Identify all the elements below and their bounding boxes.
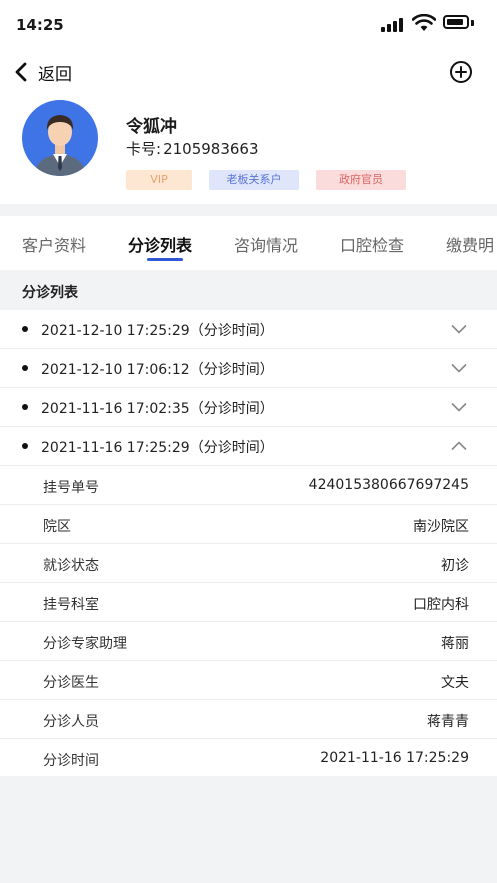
chevron-down-icon bbox=[451, 363, 467, 373]
detail-row: 分诊时间 2021-11-16 17:25:29 bbox=[0, 739, 497, 778]
triage-time: 2021-12-10 17:25:29（分诊时间） bbox=[41, 323, 274, 339]
bullet-dot bbox=[22, 326, 28, 332]
add-circle-icon[interactable] bbox=[449, 60, 473, 84]
customer-name: 令狐冲 bbox=[126, 117, 177, 137]
detail-label: 分诊时间 bbox=[43, 753, 99, 769]
tab-triage-list[interactable]: 分诊列表 bbox=[128, 232, 192, 256]
empty-background bbox=[0, 776, 497, 883]
detail-label: 分诊医生 bbox=[43, 675, 99, 691]
triage-time: 2021-11-16 17:25:29（分诊时间） bbox=[41, 440, 274, 456]
chevron-up-icon bbox=[451, 441, 467, 451]
chevron-down-icon bbox=[451, 324, 467, 334]
back-label: 返回 bbox=[38, 64, 72, 85]
back-button[interactable]: 返回 bbox=[12, 58, 72, 86]
detail-value: 文夫 bbox=[441, 675, 469, 691]
chevron-down-icon bbox=[451, 402, 467, 412]
cellular-signal-icon bbox=[381, 18, 407, 32]
nav-bar: 返回 bbox=[0, 48, 497, 94]
chevron-left-icon bbox=[15, 62, 27, 82]
tag-boss-relation: 老板关系户 bbox=[209, 170, 299, 190]
detail-row: 挂号科室 口腔内科 bbox=[0, 583, 497, 622]
detail-value: 初诊 bbox=[441, 558, 469, 574]
active-tab-indicator bbox=[147, 258, 183, 261]
section-header: 分诊列表 bbox=[0, 270, 497, 310]
triage-row[interactable]: 2021-12-10 17:06:12（分诊时间） bbox=[0, 349, 497, 388]
bullet-dot bbox=[22, 365, 28, 371]
card-number: 2105983663 bbox=[163, 140, 259, 158]
triage-time: 2021-11-16 17:02:35（分诊时间） bbox=[41, 401, 274, 417]
tab-oral-exam[interactable]: 口腔检查 bbox=[340, 232, 404, 256]
triage-row-expanded[interactable]: 2021-11-16 17:25:29（分诊时间） bbox=[0, 427, 497, 466]
customer-tags: VIP 老板关系户 政府官员 bbox=[126, 170, 423, 190]
section-title: 分诊列表 bbox=[22, 285, 78, 301]
detail-value: 南沙院区 bbox=[413, 519, 469, 535]
detail-label: 挂号科室 bbox=[43, 597, 99, 613]
detail-value: 口腔内科 bbox=[413, 597, 469, 613]
tab-customer-info[interactable]: 客户资料 bbox=[22, 232, 86, 256]
detail-row: 分诊医生 文夫 bbox=[0, 661, 497, 700]
battery-icon bbox=[443, 15, 469, 29]
customer-profile: 令狐冲 卡号: 2105983663 VIP 老板关系户 政府官员 bbox=[0, 94, 497, 204]
tab-bar: 客户资料 分诊列表 咨询情况 口腔检查 缴费明 bbox=[0, 216, 497, 270]
detail-value: 2021-11-16 17:25:29 bbox=[320, 750, 469, 766]
detail-row: 挂号单号 424015380667697245 bbox=[0, 466, 497, 505]
battery-cap bbox=[471, 20, 474, 26]
detail-label: 院区 bbox=[43, 519, 71, 535]
divider-band bbox=[0, 204, 497, 216]
detail-label: 挂号单号 bbox=[43, 480, 99, 496]
tab-consultation[interactable]: 咨询情况 bbox=[234, 232, 298, 256]
detail-value: 蒋丽 bbox=[441, 636, 469, 652]
triage-row[interactable]: 2021-11-16 17:02:35（分诊时间） bbox=[0, 388, 497, 427]
card-label: 卡号: bbox=[126, 140, 162, 158]
status-bar: 14:25 bbox=[0, 0, 497, 48]
detail-label: 就诊状态 bbox=[43, 558, 99, 574]
card-number-line: 卡号: 2105983663 bbox=[126, 138, 259, 159]
tag-vip: VIP bbox=[126, 170, 192, 190]
avatar-person-icon bbox=[34, 115, 86, 176]
bullet-dot bbox=[22, 443, 28, 449]
detail-value: 424015380667697245 bbox=[308, 477, 469, 493]
detail-label: 分诊专家助理 bbox=[43, 636, 127, 652]
detail-row: 分诊专家助理 蒋丽 bbox=[0, 622, 497, 661]
wifi-icon bbox=[412, 14, 436, 31]
detail-row: 分诊人员 蒋青青 bbox=[0, 700, 497, 739]
tab-payment[interactable]: 缴费明 bbox=[446, 232, 494, 256]
bullet-dot bbox=[22, 404, 28, 410]
avatar bbox=[22, 100, 98, 176]
tag-government-official: 政府官员 bbox=[316, 170, 406, 190]
triage-row[interactable]: 2021-12-10 17:25:29（分诊时间） bbox=[0, 310, 497, 349]
detail-row: 就诊状态 初诊 bbox=[0, 544, 497, 583]
status-time: 14:25 bbox=[16, 16, 64, 34]
detail-label: 分诊人员 bbox=[43, 714, 99, 730]
detail-value: 蒋青青 bbox=[427, 714, 469, 730]
detail-row: 院区 南沙院区 bbox=[0, 505, 497, 544]
triage-time: 2021-12-10 17:06:12（分诊时间） bbox=[41, 362, 274, 378]
